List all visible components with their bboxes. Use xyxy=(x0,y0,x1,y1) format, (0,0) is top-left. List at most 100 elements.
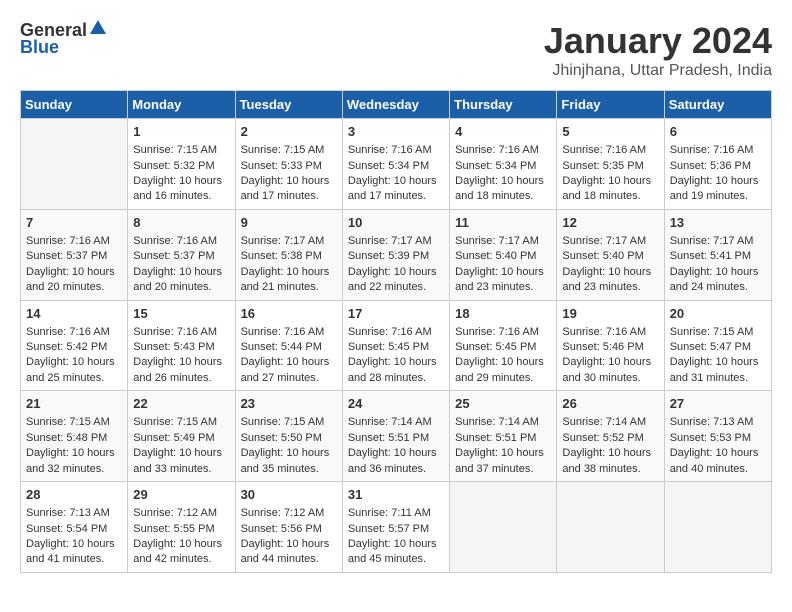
sunrise-text: Sunrise: 7:11 AM xyxy=(348,507,431,519)
sunrise-text: Sunrise: 7:16 AM xyxy=(241,326,325,338)
daylight-text: Daylight: 10 hours and 18 minutes. xyxy=(455,175,544,202)
cell-week4-day2: 23 Sunrise: 7:15 AM Sunset: 5:50 PM Dayl… xyxy=(235,391,342,482)
day-number: 14 xyxy=(26,305,122,323)
cell-week2-day6: 13 Sunrise: 7:17 AM Sunset: 5:41 PM Dayl… xyxy=(664,209,771,300)
week-row-1: 1 Sunrise: 7:15 AM Sunset: 5:32 PM Dayli… xyxy=(21,119,772,210)
cell-week4-day0: 21 Sunrise: 7:15 AM Sunset: 5:48 PM Dayl… xyxy=(21,391,128,482)
sunrise-text: Sunrise: 7:16 AM xyxy=(26,326,110,338)
day-number: 2 xyxy=(241,123,337,141)
day-number: 8 xyxy=(133,214,229,232)
cell-week3-day5: 19 Sunrise: 7:16 AM Sunset: 5:46 PM Dayl… xyxy=(557,300,664,391)
sunset-text: Sunset: 5:37 PM xyxy=(26,250,107,262)
sunrise-text: Sunrise: 7:15 AM xyxy=(241,416,325,428)
day-number: 13 xyxy=(670,214,766,232)
sunrise-text: Sunrise: 7:17 AM xyxy=(562,235,646,247)
daylight-text: Daylight: 10 hours and 42 minutes. xyxy=(133,538,222,565)
daylight-text: Daylight: 10 hours and 28 minutes. xyxy=(348,356,437,383)
daylight-text: Daylight: 10 hours and 22 minutes. xyxy=(348,266,437,293)
daylight-text: Daylight: 10 hours and 40 minutes. xyxy=(670,447,759,474)
day-number: 27 xyxy=(670,395,766,413)
header-friday: Friday xyxy=(557,91,664,119)
daylight-text: Daylight: 10 hours and 19 minutes. xyxy=(670,175,759,202)
cell-week5-day1: 29 Sunrise: 7:12 AM Sunset: 5:55 PM Dayl… xyxy=(128,482,235,573)
day-number: 10 xyxy=(348,214,444,232)
sunrise-text: Sunrise: 7:17 AM xyxy=(241,235,325,247)
sunrise-text: Sunrise: 7:16 AM xyxy=(670,144,754,156)
day-number: 21 xyxy=(26,395,122,413)
day-number: 25 xyxy=(455,395,551,413)
daylight-text: Daylight: 10 hours and 23 minutes. xyxy=(455,266,544,293)
daylight-text: Daylight: 10 hours and 33 minutes. xyxy=(133,447,222,474)
logo-blue-text: Blue xyxy=(20,37,59,58)
daylight-text: Daylight: 10 hours and 41 minutes. xyxy=(26,538,115,565)
day-number: 23 xyxy=(241,395,337,413)
day-number: 26 xyxy=(562,395,658,413)
day-number: 30 xyxy=(241,486,337,504)
day-number: 22 xyxy=(133,395,229,413)
sunrise-text: Sunrise: 7:16 AM xyxy=(133,235,217,247)
daylight-text: Daylight: 10 hours and 44 minutes. xyxy=(241,538,330,565)
cell-week5-day3: 31 Sunrise: 7:11 AM Sunset: 5:57 PM Dayl… xyxy=(342,482,449,573)
sunrise-text: Sunrise: 7:17 AM xyxy=(455,235,539,247)
daylight-text: Daylight: 10 hours and 25 minutes. xyxy=(26,356,115,383)
day-number: 24 xyxy=(348,395,444,413)
daylight-text: Daylight: 10 hours and 27 minutes. xyxy=(241,356,330,383)
cell-week1-day5: 5 Sunrise: 7:16 AM Sunset: 5:35 PM Dayli… xyxy=(557,119,664,210)
sunset-text: Sunset: 5:38 PM xyxy=(241,250,322,262)
sunrise-text: Sunrise: 7:15 AM xyxy=(133,416,217,428)
title-section: January 2024 Jhinjhana, Uttar Pradesh, I… xyxy=(544,20,772,80)
header-tuesday: Tuesday xyxy=(235,91,342,119)
day-number: 11 xyxy=(455,214,551,232)
sunset-text: Sunset: 5:32 PM xyxy=(133,160,214,172)
day-number: 18 xyxy=(455,305,551,323)
sunset-text: Sunset: 5:37 PM xyxy=(133,250,214,262)
sunrise-text: Sunrise: 7:14 AM xyxy=(562,416,646,428)
daylight-text: Daylight: 10 hours and 18 minutes. xyxy=(562,175,651,202)
sunrise-text: Sunrise: 7:13 AM xyxy=(26,507,110,519)
daylight-text: Daylight: 10 hours and 29 minutes. xyxy=(455,356,544,383)
cell-week1-day1: 1 Sunrise: 7:15 AM Sunset: 5:32 PM Dayli… xyxy=(128,119,235,210)
sunrise-text: Sunrise: 7:16 AM xyxy=(26,235,110,247)
cell-week2-day5: 12 Sunrise: 7:17 AM Sunset: 5:40 PM Dayl… xyxy=(557,209,664,300)
cell-week1-day3: 3 Sunrise: 7:16 AM Sunset: 5:34 PM Dayli… xyxy=(342,119,449,210)
sunrise-text: Sunrise: 7:14 AM xyxy=(348,416,432,428)
sunrise-text: Sunrise: 7:16 AM xyxy=(455,144,539,156)
cell-week4-day1: 22 Sunrise: 7:15 AM Sunset: 5:49 PM Dayl… xyxy=(128,391,235,482)
sunset-text: Sunset: 5:40 PM xyxy=(455,250,536,262)
sunrise-text: Sunrise: 7:15 AM xyxy=(133,144,217,156)
sunset-text: Sunset: 5:40 PM xyxy=(562,250,643,262)
cell-week3-day6: 20 Sunrise: 7:15 AM Sunset: 5:47 PM Dayl… xyxy=(664,300,771,391)
cell-week4-day3: 24 Sunrise: 7:14 AM Sunset: 5:51 PM Dayl… xyxy=(342,391,449,482)
sunrise-text: Sunrise: 7:14 AM xyxy=(455,416,539,428)
daylight-text: Daylight: 10 hours and 24 minutes. xyxy=(670,266,759,293)
daylight-text: Daylight: 10 hours and 31 minutes. xyxy=(670,356,759,383)
sunset-text: Sunset: 5:44 PM xyxy=(241,341,322,353)
sunset-text: Sunset: 5:51 PM xyxy=(455,432,536,444)
sunset-text: Sunset: 5:50 PM xyxy=(241,432,322,444)
cell-week2-day0: 7 Sunrise: 7:16 AM Sunset: 5:37 PM Dayli… xyxy=(21,209,128,300)
daylight-text: Daylight: 10 hours and 45 minutes. xyxy=(348,538,437,565)
sunset-text: Sunset: 5:39 PM xyxy=(348,250,429,262)
cell-week2-day1: 8 Sunrise: 7:16 AM Sunset: 5:37 PM Dayli… xyxy=(128,209,235,300)
week-row-5: 28 Sunrise: 7:13 AM Sunset: 5:54 PM Dayl… xyxy=(21,482,772,573)
cell-week3-day1: 15 Sunrise: 7:16 AM Sunset: 5:43 PM Dayl… xyxy=(128,300,235,391)
sunset-text: Sunset: 5:49 PM xyxy=(133,432,214,444)
cell-week1-day0 xyxy=(21,119,128,210)
daylight-text: Daylight: 10 hours and 20 minutes. xyxy=(133,266,222,293)
sunset-text: Sunset: 5:47 PM xyxy=(670,341,751,353)
week-row-4: 21 Sunrise: 7:15 AM Sunset: 5:48 PM Dayl… xyxy=(21,391,772,482)
sunset-text: Sunset: 5:52 PM xyxy=(562,432,643,444)
sunrise-text: Sunrise: 7:15 AM xyxy=(241,144,325,156)
page-header: General Blue January 2024 Jhinjhana, Utt… xyxy=(20,20,772,80)
daylight-text: Daylight: 10 hours and 20 minutes. xyxy=(26,266,115,293)
header-thursday: Thursday xyxy=(450,91,557,119)
sunset-text: Sunset: 5:57 PM xyxy=(348,523,429,535)
sunrise-text: Sunrise: 7:12 AM xyxy=(241,507,325,519)
cell-week3-day2: 16 Sunrise: 7:16 AM Sunset: 5:44 PM Dayl… xyxy=(235,300,342,391)
sunrise-text: Sunrise: 7:17 AM xyxy=(348,235,432,247)
day-number: 28 xyxy=(26,486,122,504)
cell-week3-day0: 14 Sunrise: 7:16 AM Sunset: 5:42 PM Dayl… xyxy=(21,300,128,391)
week-row-2: 7 Sunrise: 7:16 AM Sunset: 5:37 PM Dayli… xyxy=(21,209,772,300)
day-number: 20 xyxy=(670,305,766,323)
daylight-text: Daylight: 10 hours and 21 minutes. xyxy=(241,266,330,293)
